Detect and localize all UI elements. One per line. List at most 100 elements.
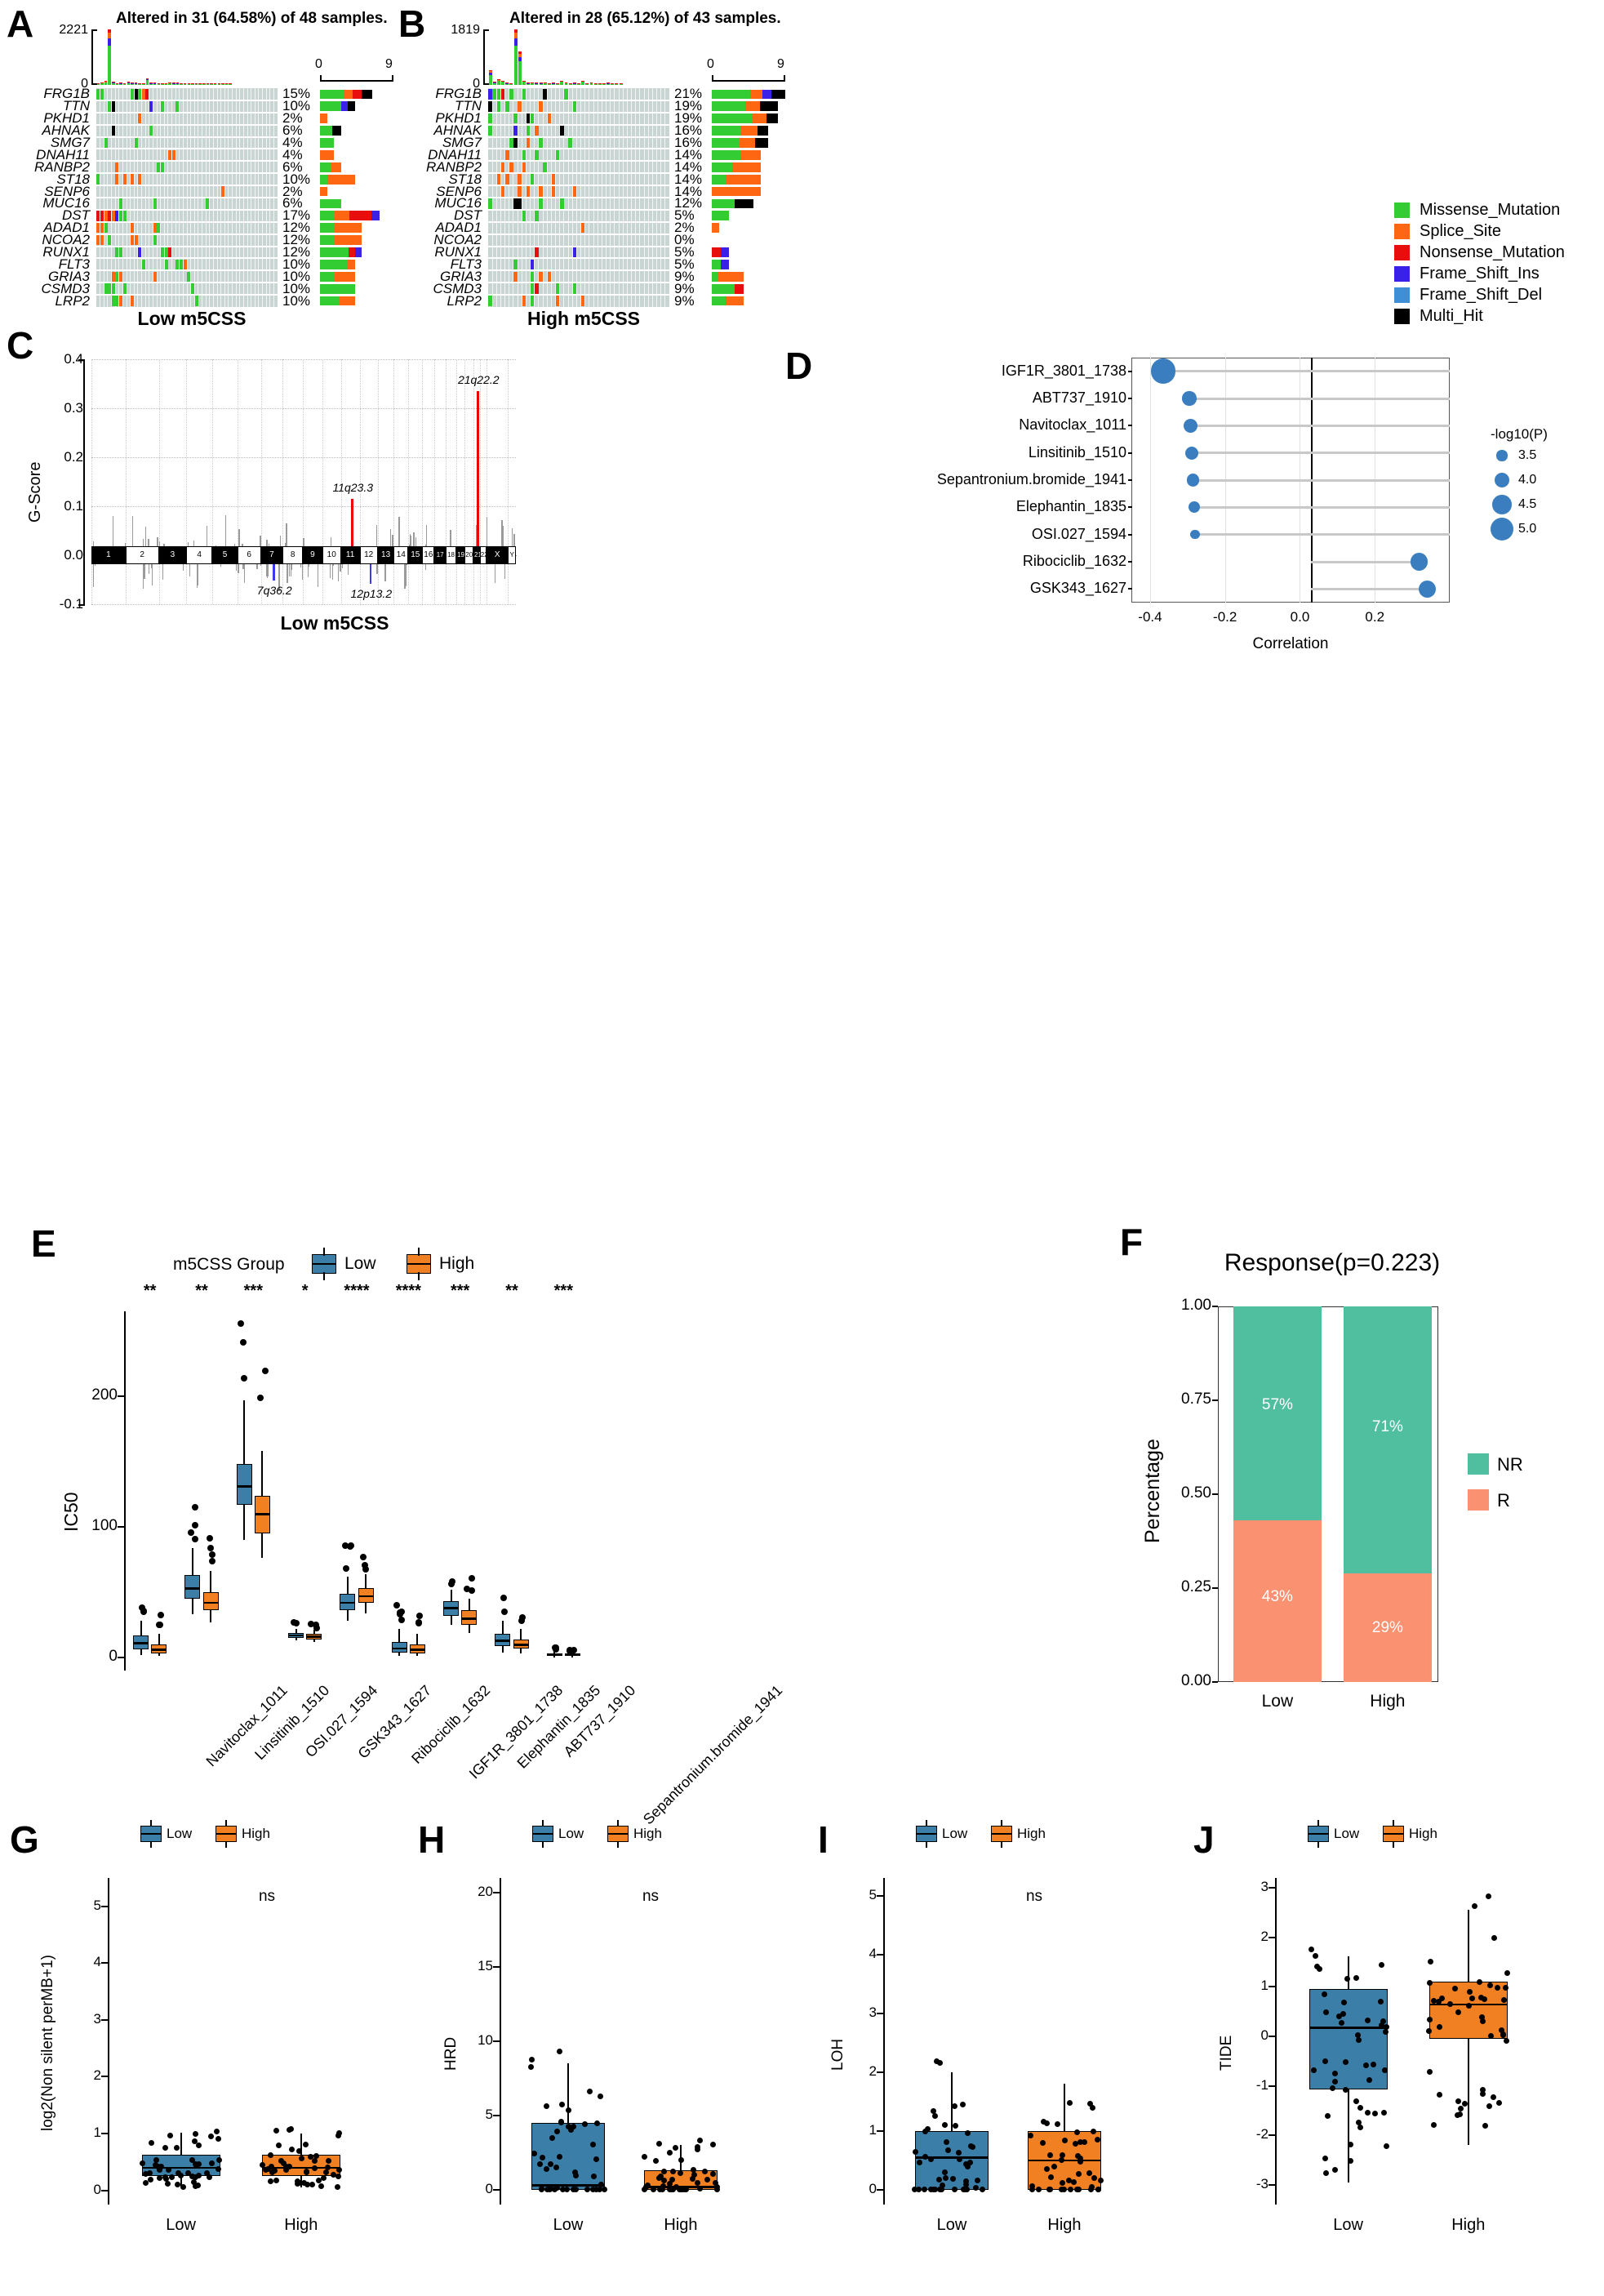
legend-item: Missense_Mutation [1394,201,1560,220]
tmb-bar [593,82,598,85]
g-data-point [294,2181,300,2187]
right-axis-max: 9 [385,57,393,71]
h-data-point [589,2141,596,2147]
j-legend-wbot [1393,1841,1394,1848]
tmb-bar [224,83,229,85]
i-ytick-label: 4 [869,1945,877,1961]
h-data-point [557,2049,563,2055]
g-legend-wbot [225,1841,227,1848]
c-yaxis-tick [78,359,85,361]
oncoplot-cell [560,125,564,136]
e-box-median [202,1601,219,1604]
right-bar-segment [352,89,362,100]
tmb-bar-segment [560,80,564,82]
i-data-point [921,2187,927,2193]
e-whisker-lower [553,1656,556,1657]
i-data-point [1067,2187,1073,2193]
right-bar-segment [348,259,355,269]
h-ytick-label: 20 [478,1884,493,1900]
e-box-median [391,1647,407,1650]
e-box-median [306,1635,322,1638]
j-box [1309,1989,1388,2090]
right-bar-segment [732,162,761,172]
oncoplot-cell [513,198,518,209]
h-data-point [527,2063,534,2070]
tmb-bar [115,83,119,85]
e-outlier [342,1564,349,1572]
oncoplot-cell [96,222,100,234]
g-data-point [148,2177,154,2183]
c-chrom-gridline [408,359,410,604]
i-data-point [943,2174,949,2181]
i-data-point [959,2102,966,2108]
chromosome-box: 8 [282,546,304,564]
tmb-bar-segment [492,82,496,85]
tmb-bar-segment [513,38,518,47]
tmb-bar-segment [206,83,210,85]
oncoplot-cell [488,296,492,306]
oncoplot-cell [180,259,184,270]
e-outlier [519,1613,527,1621]
d-ytick [1128,588,1132,590]
tmb-bar-segment [501,81,505,82]
g-data-point [215,2165,221,2172]
oncoplot-cell [509,162,513,173]
h-data-point [559,2101,566,2107]
right-bar-segment [726,174,761,185]
d-drug-label: Navitoclax_1011 [1019,416,1126,434]
i-data-point [974,2178,980,2183]
legend-item: Splice_Site [1394,222,1501,241]
panel-letter-e: E [31,1222,56,1265]
tmb-bar-segment [213,83,217,85]
e-whisker-lower [140,1649,142,1655]
tmb-bar-segment [527,83,531,85]
grid-row-divider [96,99,278,101]
e-outlier [208,1551,215,1558]
grid-row-divider [488,172,669,175]
oncoplot-cell [560,198,564,209]
tmb-bar [153,82,157,85]
e-yaxis [124,1311,126,1671]
e-ylabel: IC50 [60,1492,82,1532]
right-bar-segment [712,211,730,221]
h-data-point [683,2187,690,2193]
tmb-bar [572,82,576,85]
h-data-point [584,2187,590,2193]
e-box-median [236,1485,252,1488]
oncoplot-cell [539,271,543,283]
tmb-bar [119,82,122,85]
g-xtick-label: High [284,2216,318,2234]
panel-letter-i: I [818,1818,829,1861]
i-data-point [942,2169,949,2175]
right-bar-segment [348,247,355,257]
j-whisker-lower [1347,2089,1349,2183]
i-ytick [877,1953,883,1956]
right-bar-segment [734,283,744,294]
c-chrom-gridline [125,359,127,604]
j-data-point [1501,1996,1508,2003]
e-whisker-upper [450,1589,452,1602]
j-data-point [1353,1975,1359,1982]
j-ytick-label: 3 [1260,1879,1269,1895]
right-bar-segment [335,223,362,234]
oncoplot-cell [164,259,168,270]
f-bar-r-label: 29% [1371,1618,1403,1636]
oncoplot-cell [104,211,108,221]
f-ytick [1212,1399,1218,1401]
oncoplot-cell [530,271,535,283]
tmb-bar [581,80,585,85]
tmb-bar [127,81,131,85]
g-data-point [287,2125,294,2132]
oncoplot-cell [115,247,119,258]
j-data-point [1366,2076,1372,2083]
tmb-bar [122,83,127,85]
i-data-point [1097,2178,1104,2184]
g-ytick-label: 5 [93,1897,101,1913]
tmb-bar-segment [161,83,164,85]
i-legend-label: High [1017,1826,1046,1841]
f-ytick [1212,1493,1218,1495]
tmb-bar [539,82,543,85]
oncoplot-cell [513,259,518,270]
tmb-bar-segment [112,82,115,85]
g-legend-wbot [150,1841,152,1848]
